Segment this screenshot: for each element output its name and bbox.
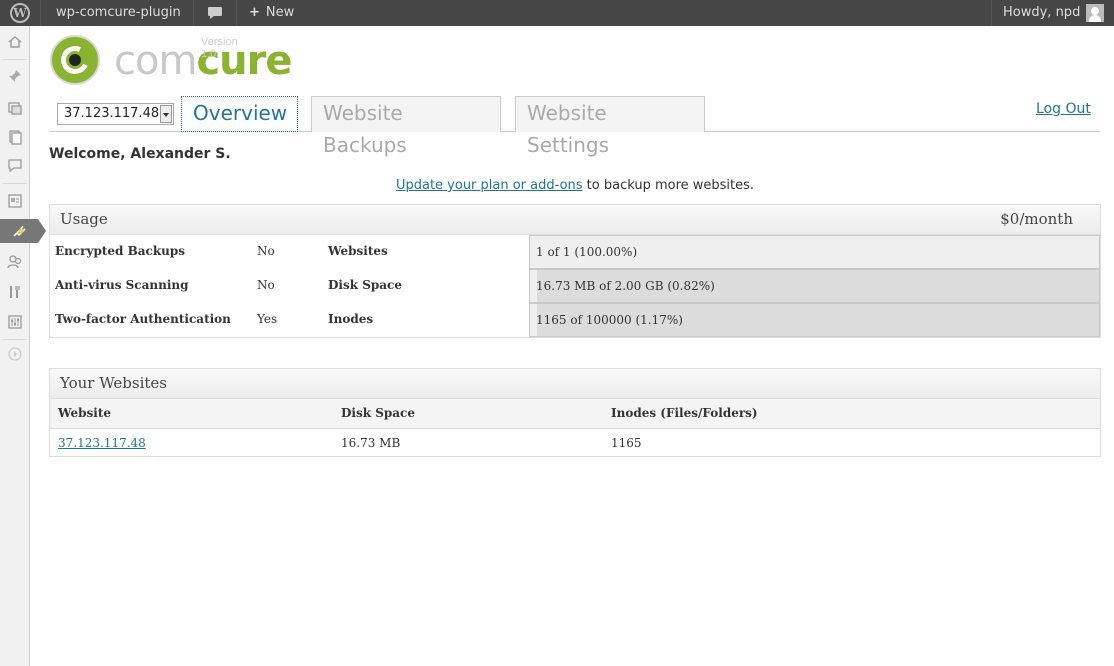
admin-bar-separator	[236, 0, 237, 26]
welcome-heading: Welcome, Alexander S.	[49, 146, 231, 162]
usage-meter: 16.73 MB of 2.00 GB (0.82%)	[529, 269, 1100, 303]
feature-value: No	[257, 244, 275, 258]
websites-header: Your Websites	[50, 369, 1100, 399]
wordpress-logo-icon[interactable]: W	[0, 0, 40, 26]
users-icon[interactable]	[0, 250, 30, 274]
tab-overview[interactable]: Overview	[181, 96, 298, 132]
usage-meter: 1 of 1 (100.00%)	[529, 235, 1100, 269]
site-select[interactable]: 37.123.117.48	[57, 103, 174, 125]
usage-meter-text: 1165 of 100000 (1.17%)	[536, 313, 683, 327]
usage-meter-text: 1 of 1 (100.00%)	[536, 245, 638, 259]
menu-separator	[3, 339, 27, 340]
account-menu[interactable]: Howdy, npd	[1003, 0, 1080, 26]
column-header-inodes: Inodes (Files/Folders)	[611, 406, 758, 420]
admin-bar: W wp-comcure-plugin + New Howdy, npd	[0, 0, 1114, 26]
admin-menu	[0, 26, 46, 666]
avatar[interactable]	[1086, 4, 1104, 22]
menu-separator	[3, 59, 27, 60]
comments-menu-icon[interactable]	[0, 154, 30, 178]
media-icon[interactable]	[0, 96, 30, 120]
site-name-link[interactable]: wp-comcure-plugin	[56, 0, 181, 26]
usage-row: Encrypted Backups No Websites 1 of 1 (10…	[50, 235, 1100, 269]
comments-icon[interactable]	[205, 0, 225, 26]
admin-bar-separator	[193, 0, 194, 26]
tools-icon[interactable]	[0, 280, 30, 304]
tab-website-backups[interactable]: Website Backups	[311, 96, 501, 157]
websites-table-header: Website Disk Space Inodes (Files/Folders…	[50, 399, 1100, 429]
usage-meter: 1165 of 100000 (1.17%)	[529, 303, 1100, 337]
metric-label: Inodes	[328, 312, 374, 326]
tab-website-settings[interactable]: Website Settings	[515, 96, 705, 157]
logout-link[interactable]: Log Out	[1036, 101, 1091, 117]
posts-pin-icon[interactable]	[0, 64, 30, 88]
metric-label: Disk Space	[328, 278, 402, 292]
comcure-logo-icon	[50, 35, 100, 85]
site-select-value: 37.123.117.48	[64, 106, 160, 121]
usage-title: Usage	[60, 210, 108, 228]
disk-space-value: 16.73 MB	[341, 436, 401, 450]
plugins-icon[interactable]	[0, 219, 46, 243]
usage-panel: Usage $0/month Encrypted Backups No Webs…	[49, 204, 1101, 338]
column-header-disk-space: Disk Space	[341, 406, 415, 420]
new-content-button[interactable]: + New	[249, 0, 294, 26]
update-plan-notice: Update your plan or add-ons to backup mo…	[0, 178, 1114, 193]
tab-bar: 37.123.117.48 Overview Website Backups W…	[49, 95, 1100, 157]
new-label: New	[265, 5, 295, 20]
admin-bar-separator	[40, 0, 41, 26]
plan-price: $0/month	[1000, 210, 1073, 228]
chevron-down-icon[interactable]	[160, 105, 172, 123]
feature-label: Encrypted Backups	[55, 244, 186, 258]
usage-row: Two-factor Authentication Yes Inodes 116…	[50, 303, 1100, 337]
inodes-value: 1165	[611, 436, 642, 450]
update-plan-text: to backup more websites.	[582, 178, 755, 193]
dashboard-icon[interactable]	[0, 30, 30, 54]
plus-icon: +	[249, 5, 260, 20]
feature-value: Yes	[257, 312, 278, 326]
settings-icon[interactable]	[0, 310, 30, 334]
collapse-menu-icon[interactable]	[0, 342, 30, 366]
admin-bar-separator	[991, 0, 992, 26]
usage-header: Usage $0/month	[50, 205, 1100, 235]
feature-label: Two-factor Authentication	[55, 312, 231, 326]
metric-label: Websites	[328, 244, 388, 258]
feature-label: Anti-virus Scanning	[55, 278, 189, 292]
websites-panel: Your Websites Website Disk Space Inodes …	[49, 368, 1101, 457]
table-row: 37.123.117.48 16.73 MB 1165	[50, 429, 1100, 456]
usage-meter-text: 16.73 MB of 2.00 GB (0.82%)	[536, 279, 715, 293]
pages-icon[interactable]	[0, 125, 30, 149]
website-link[interactable]: 37.123.117.48	[58, 436, 146, 450]
column-header-website: Website	[58, 406, 112, 420]
feature-value: No	[257, 278, 275, 292]
update-plan-link[interactable]: Update your plan or add-ons	[396, 178, 583, 193]
usage-row: Anti-virus Scanning No Disk Space 16.73 …	[50, 269, 1100, 303]
version-label: Version 1.0	[201, 36, 238, 60]
